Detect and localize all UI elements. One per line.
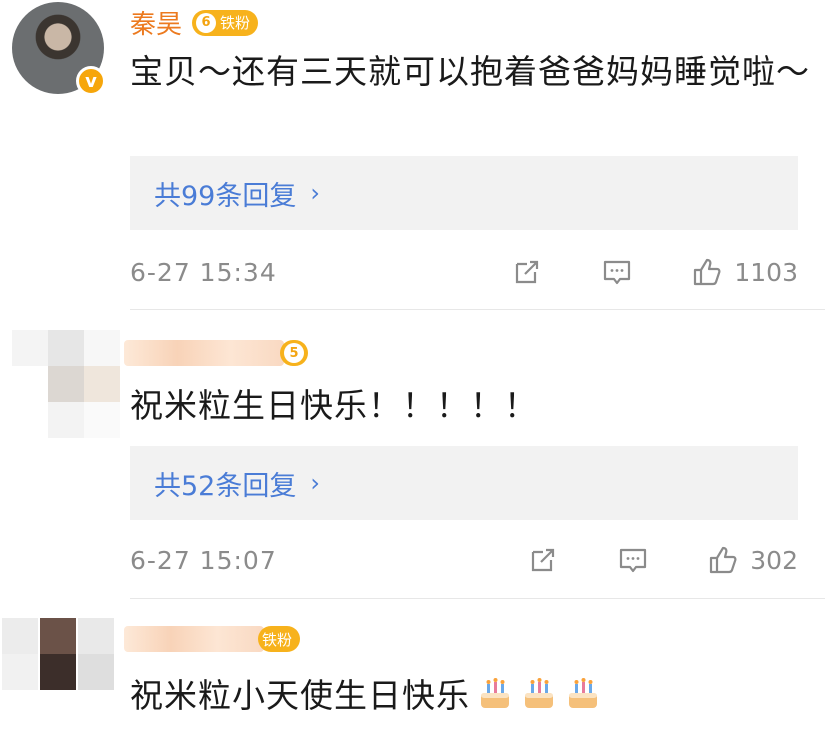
crown-icon: 6 — [196, 12, 217, 33]
birthday-cake-emoji — [520, 675, 558, 713]
birthday-cake-emoji — [564, 675, 602, 713]
verified-badge-icon: v — [76, 66, 106, 96]
replies-label: 共99条回复 — [154, 180, 297, 212]
replies-link[interactable]: 共52条回复 › — [130, 446, 798, 520]
avatar[interactable] — [12, 330, 120, 438]
share-icon[interactable] — [526, 543, 560, 577]
comment-item: 铁粉 祝米粒小天使生日快乐 — [0, 600, 825, 731]
like-count: 1103 — [734, 257, 798, 287]
timestamp: 6-27 15:07 — [130, 545, 277, 575]
comment-text: 宝贝～还有三天就可以抱着爸爸妈妈睡觉啦～ — [130, 52, 810, 91]
fan-badge[interactable]: 5 — [280, 340, 308, 366]
avatar[interactable] — [2, 618, 116, 690]
username-row: 5 — [124, 340, 308, 366]
comment-item: v 秦昊 6 铁粉 宝贝～还有三天就可以抱着爸爸妈妈睡觉啦～ 共99条回复 › … — [0, 0, 825, 310]
comment-item: 5 祝米粒生日快乐！！！！！ 共52条回复 › 6-27 15:07 302 — [0, 310, 825, 600]
replies-label: 共52条回复 — [154, 470, 297, 502]
username[interactable]: 秦昊 — [130, 4, 182, 41]
avatar[interactable]: v — [12, 2, 106, 96]
username[interactable] — [124, 340, 284, 366]
comment-icon[interactable] — [616, 543, 650, 577]
comment-text: 祝米粒生日快乐！！！！！ — [130, 386, 538, 425]
thumbs-up-icon[interactable] — [706, 543, 740, 577]
like-count: 302 — [750, 545, 798, 575]
username-row: 秦昊 6 铁粉 — [130, 4, 259, 41]
fan-badge[interactable]: 铁粉 — [258, 626, 301, 652]
comment-icon[interactable] — [600, 255, 634, 289]
replies-link[interactable]: 共99条回复 › — [130, 156, 798, 230]
fan-badge[interactable]: 6 铁粉 — [192, 9, 259, 36]
crown-icon: 5 — [284, 343, 304, 363]
fan-badge-label: 铁粉 — [220, 14, 251, 32]
chevron-right-icon: › — [310, 469, 320, 497]
divider — [130, 598, 825, 599]
timestamp: 6-27 15:34 — [130, 257, 277, 287]
comment-meta: 6-27 15:07 302 — [130, 540, 798, 580]
action-bar: 302 — [470, 543, 798, 577]
username-row: 铁粉 — [124, 626, 301, 652]
comment-meta: 6-27 15:34 1103 — [130, 252, 798, 292]
birthday-cake-emoji — [476, 675, 514, 713]
comment-text: 祝米粒小天使生日快乐 — [130, 672, 810, 720]
chevron-right-icon: › — [310, 179, 320, 207]
share-icon[interactable] — [510, 255, 544, 289]
username[interactable] — [124, 626, 264, 652]
comment-text-body: 祝米粒小天使生日快乐 — [130, 676, 470, 715]
fan-badge-label: 铁粉 — [262, 630, 293, 649]
thumbs-up-icon[interactable] — [690, 255, 724, 289]
action-bar: 1103 — [454, 255, 798, 289]
